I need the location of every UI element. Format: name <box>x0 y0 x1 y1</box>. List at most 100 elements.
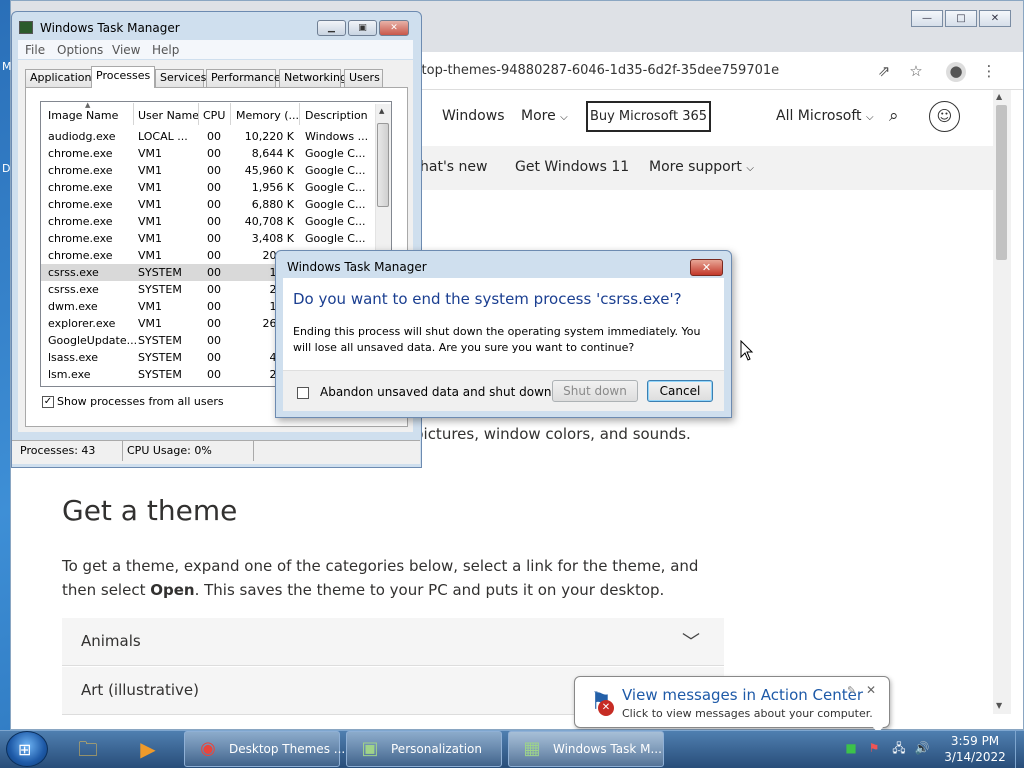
shut-down-button[interactable]: Shut down <box>552 380 638 402</box>
clock-date: 3/14/2022 <box>944 750 1006 764</box>
clock-time: 3:59 PM <box>950 734 1000 748</box>
column-divider[interactable] <box>198 103 199 125</box>
profile-icon[interactable]: ● <box>946 62 966 82</box>
scroll-up-icon[interactable]: ▲ <box>379 107 384 115</box>
nav-all-microsoft[interactable]: All Microsoft ⌵ <box>776 108 874 124</box>
system-clock[interactable]: 3:59 PM 3/14/2022 <box>940 733 1010 765</box>
tab-users[interactable]: Users <box>344 69 383 87</box>
share-icon[interactable]: ⇗ <box>875 62 893 80</box>
scroll-up-icon[interactable]: ▲ <box>996 92 1002 101</box>
taskbar-button-task-manager[interactable]: ▦ Windows Task M... <box>508 731 664 767</box>
nav-windows[interactable]: Windows <box>442 108 505 124</box>
pin-icon[interactable]: ✎ <box>847 684 856 697</box>
cell-user-name: VM1 <box>138 232 163 245</box>
process-row[interactable]: audiodg.exe LOCAL ... 00 10,220 K Windows ..… <box>41 128 374 145</box>
menu-kebab-icon[interactable]: ⋮ <box>980 62 998 80</box>
cell-user-name: VM1 <box>138 164 163 177</box>
show-all-users-label: Show processes from all users <box>57 395 224 408</box>
maximize-button[interactable]: ▣ <box>348 20 377 36</box>
nav-more-label: More <box>521 108 556 124</box>
maximize-button[interactable]: □ <box>945 10 977 27</box>
subnav-more-support[interactable]: More support ⌵ <box>649 159 754 175</box>
process-row[interactable]: chrome.exe VM1 00 1,956 K Google C... <box>41 179 374 196</box>
bookmark-star-icon[interactable]: ☆ <box>907 62 925 80</box>
page-scrollbar-thumb[interactable] <box>996 105 1007 260</box>
taskbar-button-personalization[interactable]: ▣ Personalization <box>346 731 502 767</box>
column-image-name[interactable]: Image Name <box>48 109 118 122</box>
buy-microsoft-365-button[interactable]: Buy Microsoft 365 <box>586 101 711 132</box>
tray-green-status-icon[interactable]: ■ <box>843 740 859 756</box>
cell-cpu: 00 <box>207 351 221 364</box>
taskbar-button-label: Personalization <box>391 742 482 756</box>
menu-help[interactable]: Help <box>152 43 179 57</box>
media-player-icon[interactable]: ▶ <box>130 734 166 764</box>
volume-icon[interactable]: 🔊 <box>914 740 930 756</box>
column-cpu[interactable]: CPU <box>203 109 225 122</box>
cell-memory: 3,408 K <box>251 232 294 245</box>
process-row[interactable]: chrome.exe VM1 00 3,408 K Google C... <box>41 230 374 247</box>
dialog-message: Ending this process will shut down the o… <box>293 325 701 354</box>
cell-user-name: SYSTEM <box>138 334 182 347</box>
cancel-button[interactable]: Cancel <box>647 380 713 402</box>
file-explorer-icon[interactable]: 🗀 <box>70 734 106 764</box>
network-icon[interactable]: 🖧 <box>891 740 907 756</box>
process-row[interactable]: chrome.exe VM1 00 6,880 K Google C... <box>41 196 374 213</box>
cell-user-name: VM1 <box>138 198 163 211</box>
close-button[interactable]: ✕ <box>979 10 1011 27</box>
column-divider[interactable] <box>299 103 300 125</box>
cell-memory: 8,644 K <box>251 147 294 160</box>
tab-networking[interactable]: Networking <box>279 69 347 87</box>
action-center-tray-icon[interactable]: ⚑ <box>866 740 882 756</box>
accordion-label: Art (illustrative) <box>81 681 200 699</box>
column-description[interactable]: Description <box>305 109 368 122</box>
menu-file[interactable]: File <box>25 43 45 57</box>
minimize-button[interactable]: — <box>911 10 943 27</box>
dialog-heading: Do you want to end the system process 'c… <box>293 290 682 308</box>
column-divider[interactable] <box>133 103 134 125</box>
cell-description: Google C... <box>305 147 366 160</box>
tab-services[interactable]: Services <box>155 69 206 87</box>
search-icon[interactable]: ⌕ <box>889 106 899 126</box>
nav-more[interactable]: More ⌵ <box>521 108 568 124</box>
intro-text-fragment: pictures, window colors, and sounds. <box>414 425 691 443</box>
subnav-more-support-label: More support <box>649 159 742 175</box>
dialog-close-button[interactable]: ✕ <box>690 259 723 276</box>
process-row[interactable]: chrome.exe VM1 00 40,708 K Google C... <box>41 213 374 230</box>
chrome-icon: ◉ <box>200 738 216 759</box>
taskbar-button-chrome[interactable]: ◉ Desktop Themes ... <box>184 731 345 767</box>
process-row[interactable]: chrome.exe VM1 00 8,644 K Google C... <box>41 145 374 162</box>
url-text[interactable]: ktop-themes-94880287-6046-1d35-6d2f-35de… <box>414 63 779 78</box>
subnav-get-windows-11[interactable]: Get Windows 11 <box>515 159 629 175</box>
cell-cpu: 00 <box>207 317 221 330</box>
page-heading-get-a-theme: Get a theme <box>62 494 238 527</box>
menu-options[interactable]: Options <box>57 43 103 57</box>
notification-title[interactable]: View messages in Action Center <box>622 686 863 704</box>
cell-memory: 45,960 K <box>244 164 294 177</box>
menu-view[interactable]: View <box>112 43 140 57</box>
chevron-down-icon: ⌵ <box>865 112 874 123</box>
accordion-animals[interactable]: Animals ﹀ <box>62 618 724 666</box>
minimize-button[interactable]: ▁ <box>317 20 346 36</box>
tab-processes[interactable]: Processes <box>91 66 155 88</box>
sort-ascending-icon: ▲ <box>85 101 91 109</box>
notification-close-icon[interactable]: ✕ <box>866 683 876 697</box>
column-divider[interactable] <box>230 103 231 125</box>
column-memory[interactable]: Memory (... <box>236 109 299 122</box>
cell-image-name: chrome.exe <box>48 215 113 228</box>
cell-cpu: 00 <box>207 334 221 347</box>
cell-image-name: chrome.exe <box>48 232 113 245</box>
tab-performance[interactable]: Performance <box>206 69 281 87</box>
instructions-bold-open: Open <box>150 581 195 599</box>
show-desktop-button[interactable] <box>1015 731 1024 768</box>
account-icon[interactable]: ☺ <box>929 101 960 132</box>
column-user-name[interactable]: User Name <box>138 109 199 122</box>
cell-description: Google C... <box>305 232 366 245</box>
subnav-whats-new[interactable]: hat's new <box>420 159 487 175</box>
close-button[interactable]: ✕ <box>379 20 409 36</box>
show-all-users-checkbox[interactable]: ✓ <box>42 396 54 408</box>
process-list-scroll-thumb[interactable] <box>377 123 389 207</box>
scroll-down-icon[interactable]: ▼ <box>996 701 1002 710</box>
tab-applications[interactable]: Applications <box>25 69 97 87</box>
process-row[interactable]: chrome.exe VM1 00 45,960 K Google C... <box>41 162 374 179</box>
abandon-data-checkbox[interactable] <box>297 387 309 399</box>
